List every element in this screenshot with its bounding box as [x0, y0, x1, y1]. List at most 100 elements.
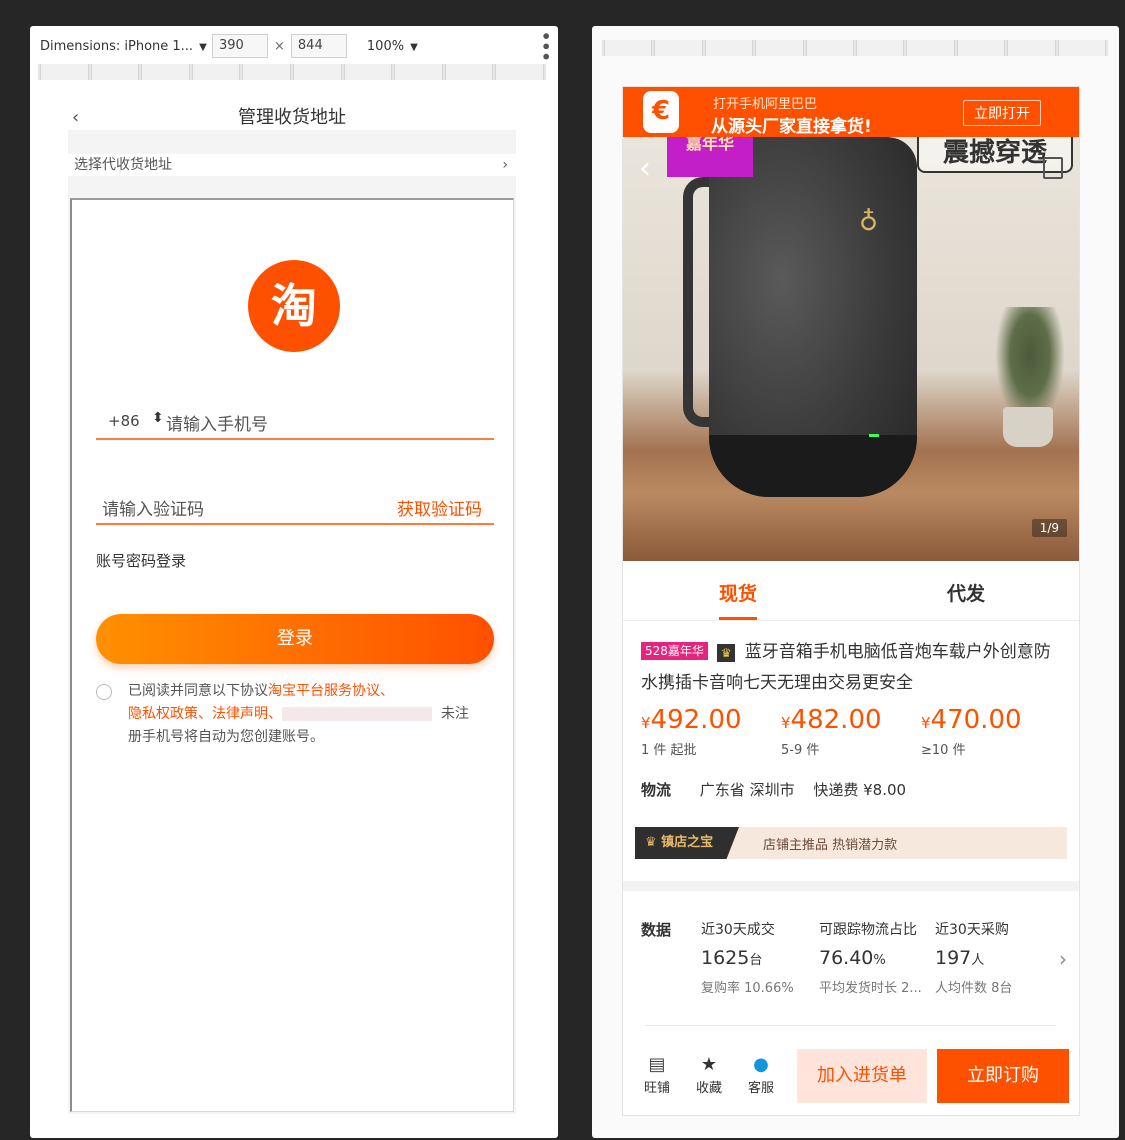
select-address-label: 选择代收货地址 — [74, 157, 172, 173]
stat-value: 1625 — [701, 947, 750, 969]
back-icon[interactable]: ‹ — [72, 106, 79, 130]
country-code[interactable]: +86 — [108, 412, 140, 430]
add-to-cart-button[interactable]: 加入进货单 — [797, 1049, 927, 1103]
verification-code-field[interactable]: 请输入验证码 获取验证码 — [96, 485, 494, 525]
stat-unit: % — [873, 953, 886, 968]
currency-symbol: ¥ — [781, 714, 791, 732]
stat-sub: 复购率 10.66% — [701, 981, 794, 996]
share-icon[interactable] — [1043, 157, 1063, 179]
stat-value: 76.40 — [819, 947, 874, 969]
stat-item: 近30天采购 197人 人均件数 8台 — [935, 919, 1053, 996]
price-tiers: ¥492.00 1 件 起批 ¥482.00 5-9 件 ¥470.00 ≥10… — [641, 705, 1071, 765]
page-title: 管理收货地址 — [238, 107, 346, 128]
alibaba-app-icon: € — [643, 91, 679, 133]
password-login-link[interactable]: 账号密码登录 — [96, 550, 186, 571]
dropdown-caret-icon: ▼ — [410, 41, 418, 53]
privacy-link[interactable]: 隐私权政策、法律声明、 — [128, 706, 282, 722]
login-button[interactable]: 登录 — [96, 614, 494, 664]
device-select[interactable]: Dimensions: iPhone 1... ▼ — [40, 39, 207, 54]
agree-suffix-1: 未注 — [440, 706, 469, 722]
shipping-fee: 快递费 ¥8.00 — [813, 781, 907, 799]
pot-decoration — [1003, 407, 1053, 447]
stat-title: 近30天采购 — [935, 922, 1009, 938]
tab-dropship[interactable]: 代发 — [947, 579, 985, 606]
price-qty: 5-9 件 — [781, 743, 820, 758]
zoom-value: 100% — [366, 38, 405, 54]
media-query-ruler[interactable] — [38, 64, 546, 80]
agree-suffix-2: 册手机号将自动为您创建账号。 — [128, 729, 324, 745]
star-icon: ★ — [700, 1054, 718, 1075]
stat-sub: 平均发货时长 2... — [819, 981, 922, 996]
speaker-led — [869, 434, 879, 437]
stat-unit: 台 — [749, 953, 763, 968]
supply-tabs: 现货 代发 — [623, 561, 1079, 621]
stat-item: 近30天成交 1625台 复购率 10.66% — [701, 919, 819, 996]
image-counter: 1/9 — [1031, 519, 1067, 537]
price-tier: ¥470.00 ≥10 件 — [921, 705, 1061, 758]
store-treasure-badge: ♛ 镇店之宝 — [635, 827, 739, 859]
code-placeholder: 请输入验证码 — [102, 500, 204, 520]
price-tier: ¥492.00 1 件 起批 — [641, 705, 781, 758]
device-toolbar: Dimensions: iPhone 1... ▼ 390 × 844 100% ▼… — [40, 31, 555, 62]
banner-line-2: 从源头厂家直接拿货! — [711, 117, 872, 137]
stat-title: 可跟踪物流占比 — [819, 922, 917, 938]
promo-tag: 嘉年华 — [667, 137, 753, 177]
right-devtools-window: € 打开手机阿里巴巴 从源头厂家直接拿货! 立即打开 ♁ 嘉年华 震撼穿透 ‹ … — [592, 26, 1119, 1138]
logistics-row: 物流 广东省 深圳市 快递费 ¥8.00 — [641, 779, 920, 800]
banner-line-1: 打开手机阿里巴巴 — [713, 97, 818, 112]
customer-service-button[interactable]: ● 客服 — [741, 1053, 781, 1096]
height-input[interactable]: 844 — [290, 34, 347, 58]
price-value: 470.00 — [930, 705, 1022, 735]
phone-field[interactable]: +86 ⬍ 请输入手机号 — [96, 400, 494, 440]
shop-label: 旺铺 — [643, 1081, 670, 1096]
stat-item: 可跟踪物流占比 76.40% 平均发货时长 2... — [819, 919, 937, 996]
more-options-icon[interactable]: ••• — [536, 31, 555, 62]
price-tier: ¥482.00 5-9 件 — [781, 705, 921, 758]
bottom-action-bar: ▤ 旺铺 ★ 收藏 ● 客服 加入进货单 立即订购 — [623, 1041, 1079, 1115]
login-card: 淘 +86 ⬍ 请输入手机号 请输入验证码 获取验证码 账号密码登录 登录 已阅… — [70, 198, 514, 1112]
promo-badge: 528嘉年华 — [641, 642, 708, 660]
open-app-banner: € 打开手机阿里巴巴 从源头厂家直接拿货! 立即打开 — [623, 87, 1079, 137]
get-code-button[interactable]: 获取验证码 — [397, 495, 482, 520]
stats-label: 数据 — [641, 921, 672, 939]
tab-in-stock[interactable]: 现货 — [719, 579, 758, 620]
price-qty: 1 件 起批 — [641, 743, 697, 758]
price-value: 492.00 — [650, 705, 742, 735]
phone-placeholder: 请输入手机号 — [166, 415, 268, 435]
price-qty: ≥10 件 — [921, 743, 966, 758]
agree-radio[interactable] — [96, 684, 112, 700]
agreement-text: 已阅读并同意以下协议淘宝平台服务协议、 隐私权政策、法律声明、 未注 册手机号将… — [128, 680, 498, 749]
chevron-right-icon: › — [502, 157, 508, 173]
stats-section[interactable]: 数据 近30天成交 1625台 复购率 10.66% 可跟踪物流占比 76.40… — [623, 907, 1079, 1027]
favorite-label: 收藏 — [695, 1081, 722, 1096]
open-app-button[interactable]: 立即打开 — [963, 100, 1041, 126]
service-agreement-link[interactable]: 淘宝平台服务协议、 — [268, 683, 394, 699]
chevron-right-icon: › — [1059, 947, 1067, 971]
product-image-carousel[interactable]: ♁ 嘉年华 震撼穿透 ‹ 1/9 — [623, 137, 1079, 561]
stats-divider — [645, 1025, 1055, 1026]
service-label: 客服 — [747, 1081, 774, 1096]
ship-from: 广东省 深圳市 — [699, 781, 795, 799]
phone-viewport: ‹ 管理收货地址 选择代收货地址 › 淘 +86 ⬍ 请输入手机号 请输入验证码… — [68, 106, 516, 1114]
zoom-select[interactable]: 100% ▼ — [367, 39, 418, 54]
logistics-label: 物流 — [641, 781, 672, 799]
crown-icon: ♛ — [717, 644, 736, 662]
currency-symbol: ¥ — [641, 714, 651, 732]
wangwang-chat-icon: ● — [753, 1054, 769, 1075]
width-input[interactable]: 390 — [212, 34, 268, 58]
section-divider — [623, 881, 1079, 891]
page-header: ‹ 管理收货地址 — [68, 106, 516, 130]
phone-viewport: € 打开手机阿里巴巴 从源头厂家直接拿货! 立即打开 ♁ 嘉年华 震撼穿透 ‹ … — [622, 86, 1080, 1116]
currency-symbol: ¥ — [921, 714, 931, 732]
select-address-row[interactable]: 选择代收货地址 › — [68, 154, 516, 176]
media-query-ruler[interactable] — [602, 40, 1108, 56]
speaker-image: ♁ — [709, 137, 917, 497]
favorite-button[interactable]: ★ 收藏 — [689, 1053, 729, 1096]
back-icon[interactable]: ‹ — [639, 151, 651, 186]
sort-arrows-icon: ⬍ — [152, 410, 164, 426]
store-treasure-text: 店铺主推品 热销潜力款 — [763, 838, 898, 853]
speaker-logo-icon: ♁ — [859, 207, 879, 237]
buy-now-button[interactable]: 立即订购 — [937, 1049, 1069, 1103]
store-treasure-bar[interactable]: ♛ 镇店之宝 店铺主推品 热销潜力款 — [635, 827, 1067, 859]
shop-button[interactable]: ▤ 旺铺 — [637, 1053, 677, 1096]
